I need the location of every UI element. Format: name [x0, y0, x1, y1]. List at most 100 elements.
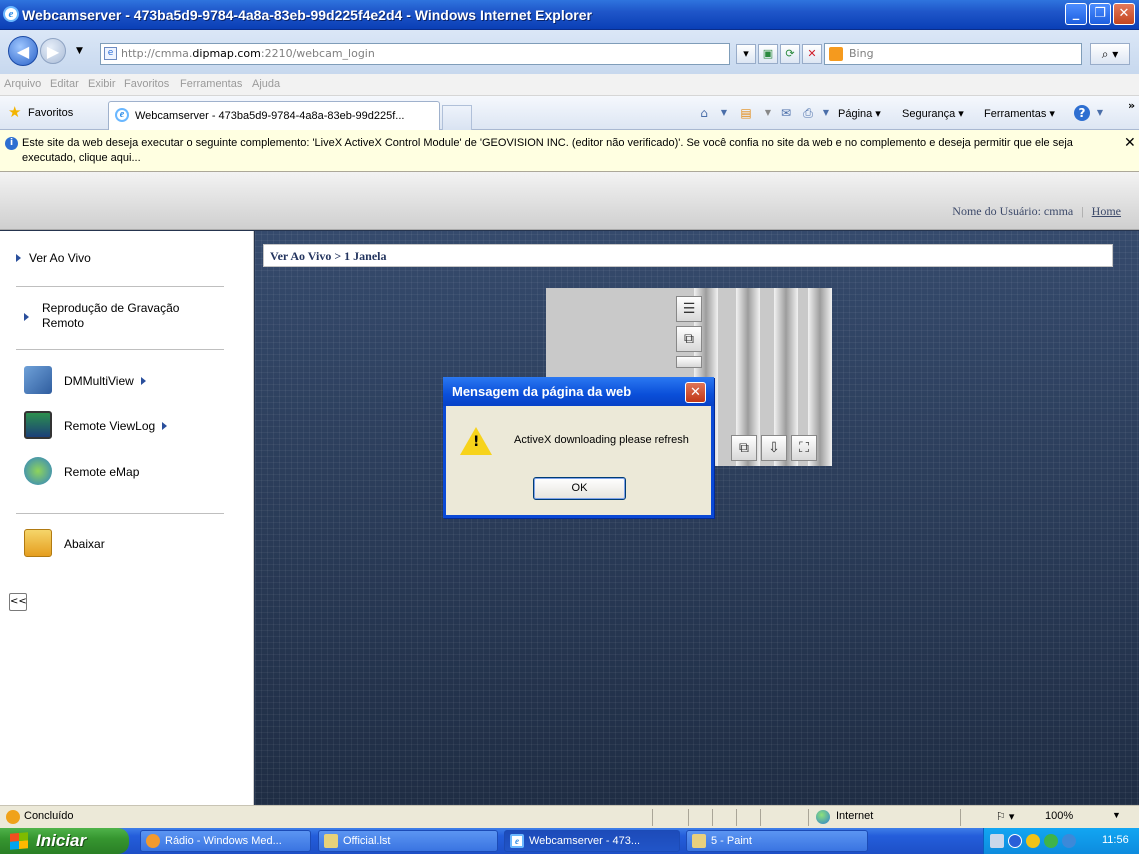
divider [652, 809, 653, 826]
task-paint[interactable]: 5 - Paint [686, 830, 868, 852]
dmmultiview-icon[interactable] [24, 366, 52, 394]
print-icon[interactable]: ⎙ [800, 105, 816, 121]
emap-icon[interactable] [24, 457, 52, 485]
zoom-dropdown-icon[interactable]: ▼ [1112, 810, 1121, 820]
infobar-message[interactable]: Este site da web deseja executar o segui… [22, 136, 1102, 166]
url-domain: dipmap.com [192, 47, 261, 60]
collapse-tray-icon[interactable] [1008, 834, 1022, 848]
divider [712, 809, 713, 826]
page-header: Nome do Usuário: cmma | Home [0, 172, 1139, 230]
close-button[interactable]: ✕ [1113, 3, 1135, 25]
arrow-right-icon [24, 313, 29, 321]
download-icon[interactable] [24, 529, 52, 557]
viewlog-film-icon[interactable] [24, 411, 52, 439]
url-dropdown-button[interactable]: ▾ [736, 44, 756, 64]
layout-switch-icon[interactable]: ⧉ [731, 435, 757, 461]
zoom-level[interactable]: 100% [1045, 810, 1073, 822]
task-webcamserver[interactable]: e Webcamserver - 473... [504, 830, 680, 852]
home-icon[interactable]: ⌂ [696, 105, 712, 121]
sidebar-item-viewlog[interactable]: Remote ViewLog [64, 419, 168, 433]
search-input[interactable]: Bing [824, 43, 1082, 65]
infobar-close-icon[interactable]: ✕ [1124, 135, 1136, 151]
content-area: Ver Ao Vivo > 1 Janela ☰ ⧉ ⧉ ⇩ ⛶ [255, 231, 1139, 805]
system-tray: 11:56 [983, 828, 1139, 854]
favorites-star-icon[interactable]: ★ [8, 105, 24, 121]
task-official-lst[interactable]: Official.lst [318, 830, 498, 852]
ie-window: e Webcamserver - 473ba5d9-9784-4a8a-83eb… [0, 0, 1139, 854]
keyboard-tray-icon[interactable] [990, 834, 1004, 848]
sidebar-item-live[interactable]: Ver Ao Vivo [16, 251, 91, 265]
arrow-right-icon [162, 422, 168, 430]
page-menu[interactable]: Página ▾ [838, 107, 881, 120]
update-tray-icon[interactable] [1062, 834, 1076, 848]
sidebar-item-playback[interactable]: Reprodução de Gravação Remoto [16, 301, 216, 331]
task-media-player[interactable]: Rádio - Windows Med... [140, 830, 311, 852]
browser-tab[interactable]: e Webcamserver - 473ba5d9-9784-4a8a-83eb… [108, 101, 440, 130]
collapse-sidebar-button[interactable]: << [9, 593, 27, 611]
task-label: 5 - Paint [711, 835, 752, 847]
sidebar-item-emap[interactable]: Remote eMap [64, 465, 139, 479]
menu-arquivo[interactable]: Arquivo [4, 78, 41, 90]
shield-tray-icon[interactable] [1026, 834, 1040, 848]
sidebar-item-download[interactable]: Abaixar [64, 537, 105, 551]
menu-editar[interactable]: Editar [50, 78, 79, 90]
information-bar[interactable]: i Este site da web deseja executar o seg… [0, 130, 1139, 172]
dialog-title-bar: Mensagem da página da web ✕ [443, 377, 714, 406]
breadcrumb: Ver Ao Vivo > 1 Janela [263, 244, 1113, 267]
ok-button[interactable]: OK [533, 477, 626, 500]
viewer-tool-icon[interactable] [676, 356, 702, 368]
taskbar: Iniciar Rádio - Windows Med... Official.… [0, 828, 1139, 854]
network-tray-icon[interactable] [1044, 834, 1058, 848]
new-tab-button[interactable] [442, 105, 472, 130]
dialog-close-button[interactable]: ✕ [685, 382, 706, 403]
sidebar-item-dmmultiview[interactable]: DMMultiView [64, 374, 146, 388]
stop-icon[interactable]: ✕ [802, 44, 822, 64]
home-link[interactable]: Home [1092, 204, 1121, 218]
clock: 11:56 [1102, 834, 1129, 846]
help-icon[interactable]: ? [1074, 105, 1090, 121]
tools-menu[interactable]: Ferramentas ▾ [984, 107, 1055, 120]
page-icon: e [104, 47, 117, 60]
bing-icon [829, 47, 843, 61]
forward-button[interactable]: ▶ [40, 38, 66, 64]
favorites-label[interactable]: Favoritos [28, 107, 73, 119]
menu-favoritos[interactable]: Favoritos [124, 78, 169, 90]
history-dropdown-icon[interactable]: ▼ [76, 46, 83, 56]
minimize-button[interactable]: _ [1065, 3, 1087, 25]
zone-label: Internet [836, 810, 874, 822]
divider [16, 513, 224, 514]
url-prefix: http://cmma. [121, 47, 193, 60]
menu-ferramentas[interactable]: Ferramentas [180, 78, 242, 90]
title-bar: e Webcamserver - 473ba5d9-9784-4a8a-83eb… [0, 0, 1139, 30]
divider [688, 809, 689, 826]
search-button[interactable]: ⌕ ▾ [1090, 43, 1130, 65]
compatibility-icon[interactable]: ▣ [758, 44, 778, 64]
feeds-icon[interactable]: ▤ [738, 105, 754, 121]
security-menu[interactable]: Segurança ▾ [902, 107, 964, 120]
info-icon: i [5, 137, 18, 150]
menu-exibir[interactable]: Exibir [88, 78, 116, 90]
task-label: Official.lst [343, 835, 391, 847]
sidebar-item-playback-label: Reprodução de Gravação Remoto [42, 301, 180, 330]
dialog-message: ActiveX downloading please refresh [514, 434, 689, 446]
window-switch-icon[interactable]: ⧉ [676, 326, 702, 352]
ie-icon: e [510, 834, 524, 848]
fullscreen-icon[interactable]: ⛶ [791, 435, 817, 461]
protected-mode-icon[interactable]: ⚐ ▾ [996, 810, 1014, 823]
help-dropdown-icon[interactable]: ▼ [1092, 105, 1108, 121]
warning-mark: ! [473, 434, 480, 450]
url-input[interactable]: http://cmma.dipmap.com:2210/webcam_login [100, 43, 730, 65]
task-label: Rádio - Windows Med... [165, 835, 282, 847]
refresh-icon[interactable]: ⟳ [780, 44, 800, 64]
menu-ajuda[interactable]: Ajuda [252, 78, 280, 90]
list-view-icon[interactable]: ☰ [676, 296, 702, 322]
back-button[interactable]: ◀ [8, 36, 38, 66]
maximize-button[interactable]: ❐ [1089, 3, 1111, 25]
feeds-dropdown-icon[interactable]: ▼ [760, 105, 776, 121]
print-dropdown-icon[interactable]: ▼ [818, 105, 834, 121]
home-dropdown-icon[interactable]: ▼ [716, 105, 732, 121]
toolbar-overflow-icon[interactable]: » [1128, 99, 1135, 112]
mail-icon[interactable]: ✉ [778, 105, 794, 121]
snapshot-icon[interactable]: ⇩ [761, 435, 787, 461]
windows-flag-icon [10, 832, 28, 850]
